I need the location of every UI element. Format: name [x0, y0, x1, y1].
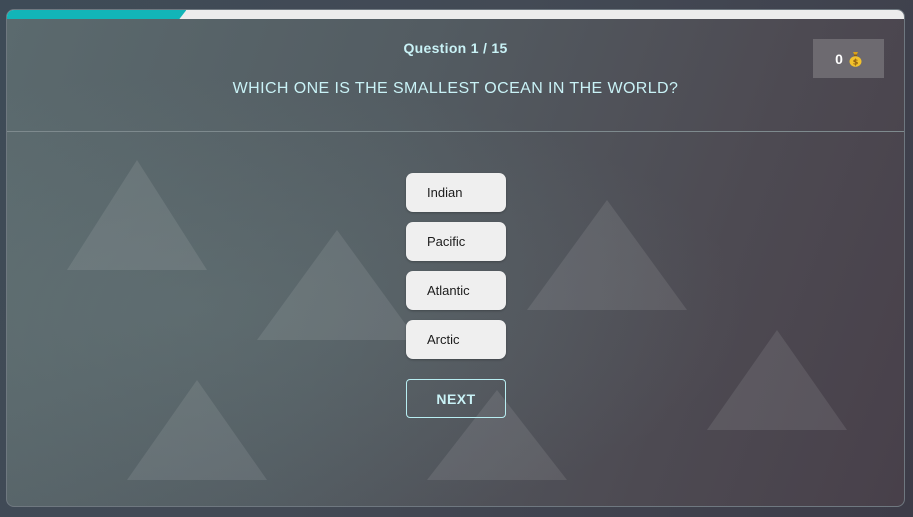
- score-badge: 0 $: [813, 39, 884, 78]
- answer-option[interactable]: Pacific: [406, 222, 506, 261]
- answer-list: Indian Pacific Atlantic Arctic: [406, 173, 506, 369]
- progress-fill: [7, 10, 186, 19]
- money-bag-icon: $: [849, 51, 862, 67]
- next-button[interactable]: NEXT: [406, 379, 506, 418]
- question-text: WHICH ONE IS THE SMALLEST OCEAN IN THE W…: [232, 80, 679, 97]
- answer-label: Indian: [427, 185, 463, 200]
- answer-option[interactable]: Atlantic: [406, 271, 506, 310]
- answer-option[interactable]: Arctic: [406, 320, 506, 359]
- answer-label: Arctic: [427, 332, 460, 347]
- answer-label: Atlantic: [427, 283, 470, 298]
- answer-label: Pacific: [427, 234, 466, 249]
- header-divider: [7, 131, 904, 132]
- score-value: 0: [835, 50, 843, 67]
- svg-text:$: $: [853, 57, 859, 66]
- progress-track: [7, 10, 904, 19]
- quiz-card: Question 1 / 15 WHICH ONE IS THE SMALLES…: [6, 9, 905, 507]
- answer-option[interactable]: Indian: [406, 173, 506, 212]
- question-counter: Question 1 / 15: [403, 40, 508, 56]
